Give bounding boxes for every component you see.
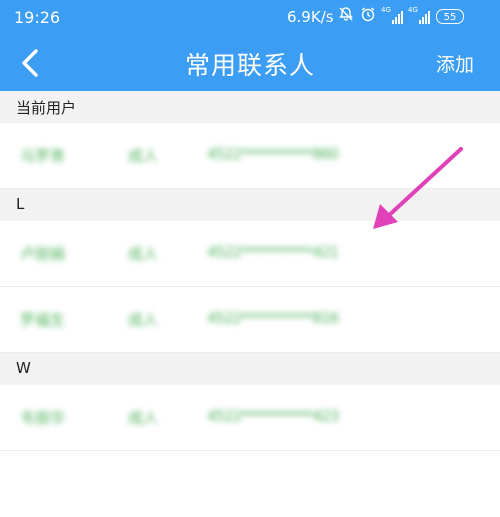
arrow-icon xyxy=(373,147,463,229)
